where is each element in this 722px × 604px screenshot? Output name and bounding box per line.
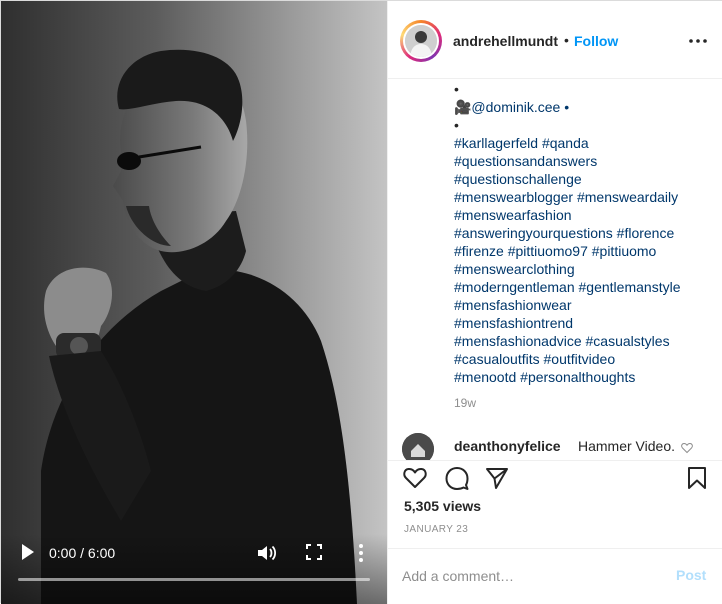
hashtag-line[interactable]: #mensfashiontrend xyxy=(454,314,716,332)
comment-input[interactable] xyxy=(402,565,662,587)
view-count[interactable]: 5,305 views xyxy=(404,498,481,514)
post-header: andrehellmundt • Follow xyxy=(388,1,722,79)
video-time: 0:00 / 6:00 xyxy=(49,545,116,561)
hashtag-line[interactable]: #answeringyourquestions #florence xyxy=(454,224,716,242)
hashtag-line[interactable]: #menswearfashion xyxy=(454,206,716,224)
caption-line: • xyxy=(454,81,459,97)
avatar[interactable] xyxy=(403,23,439,59)
avatar-story-ring[interactable] xyxy=(400,20,442,62)
volume-icon[interactable] xyxy=(255,543,277,563)
follow-button[interactable]: Follow xyxy=(574,33,618,49)
horizontal-dots-icon[interactable] xyxy=(688,31,708,51)
commenter-username[interactable]: deanthonyfelice xyxy=(454,438,561,454)
commenter-avatar[interactable] xyxy=(402,433,434,460)
comment-text: Hammer Video. xyxy=(578,438,676,454)
bookmark-icon[interactable] xyxy=(684,465,710,491)
post-side-panel: andrehellmundt • Follow • 🎥@dominik.cee •… xyxy=(387,1,722,604)
video-frame-image xyxy=(1,1,387,604)
hashtag-line[interactable]: #questionschallenge xyxy=(454,170,716,188)
paper-plane-icon[interactable] xyxy=(484,465,510,491)
caption-line: • xyxy=(454,117,459,133)
fullscreen-icon[interactable] xyxy=(306,544,322,560)
hashtag-line[interactable]: #casualoutfits #outfitvideo xyxy=(454,350,716,368)
caption-area: • 🎥@dominik.cee • • #karllagerfeld #qanda #q… xyxy=(388,80,722,460)
heart-icon[interactable] xyxy=(402,465,428,491)
add-comment-bar: Post xyxy=(388,548,722,604)
author-username[interactable]: andrehellmundt xyxy=(453,33,558,49)
post-age[interactable]: 19w xyxy=(454,396,476,410)
speech-bubble-icon[interactable] xyxy=(444,465,470,491)
hashtag-line[interactable]: #mensfashionadvice #casualstyles xyxy=(454,332,716,350)
post-card: 0:00 / 6:00 andrehellmundt • Follow • 🎥@… xyxy=(0,0,722,604)
hashtag-line[interactable]: #moderngentleman #gentlemanstyle xyxy=(454,278,716,296)
hashtag-line[interactable]: #karllagerfeld #qanda xyxy=(454,134,716,152)
small-heart-icon[interactable] xyxy=(681,442,693,454)
hashtag-line[interactable]: #mensfashionwear xyxy=(454,296,716,314)
video-progress-bar[interactable] xyxy=(18,578,370,581)
hashtag-line[interactable]: #menswearclothing xyxy=(454,260,716,278)
avatar-image xyxy=(405,25,437,57)
separator-dot: • xyxy=(564,32,569,48)
play-icon[interactable] xyxy=(19,541,37,563)
hashtag-line[interactable]: #questionsandanswers xyxy=(454,152,716,170)
video-player[interactable]: 0:00 / 6:00 xyxy=(1,1,387,604)
post-comment-button[interactable]: Post xyxy=(676,567,706,583)
vertical-dots-icon[interactable] xyxy=(355,543,367,563)
comment-item: deanthonyfelice Hammer Video. xyxy=(400,433,720,460)
caption-line[interactable]: 🎥@dominik.cee • xyxy=(454,98,716,116)
hashtag-line[interactable]: #menootd #personalthoughts xyxy=(454,368,716,386)
hashtag-line[interactable]: #menswearblogger #mensweardaily xyxy=(454,188,716,206)
post-date[interactable]: JANUARY 23 xyxy=(404,524,468,535)
caption-text: • 🎥@dominik.cee • • #karllagerfeld #qanda #q… xyxy=(454,80,716,386)
hashtag-line[interactable]: #firenze #pittiuomo97 #pittiuomo xyxy=(454,242,716,260)
post-actions: 5,305 views JANUARY 23 xyxy=(388,460,722,548)
